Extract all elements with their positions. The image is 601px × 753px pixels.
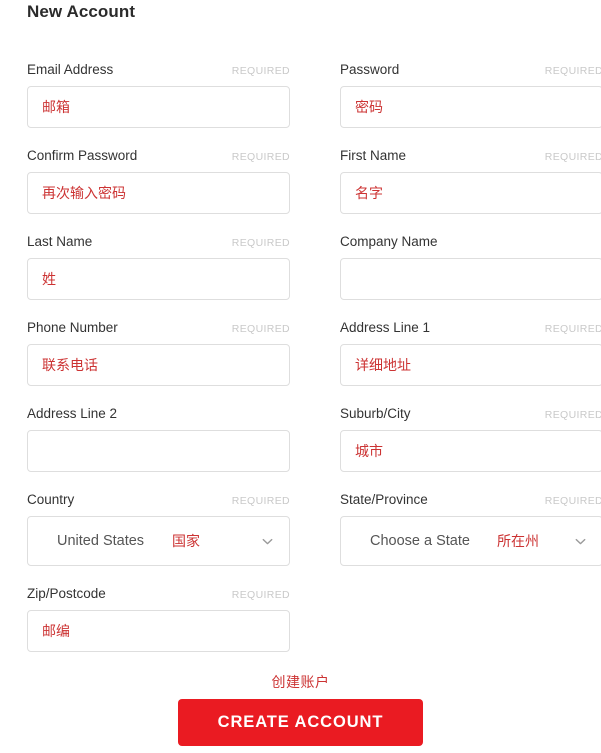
field-suburb-city: Suburb/City REQUIRED 城市 xyxy=(340,406,601,492)
input-suburb-city[interactable]: 城市 xyxy=(340,430,601,472)
field-head-zip-postcode: Zip/Postcode REQUIRED xyxy=(27,586,290,610)
annotation-state-province: 所在州 xyxy=(497,533,539,549)
label-state-province: State/Province xyxy=(340,492,428,507)
field-head-suburb-city: Suburb/City REQUIRED xyxy=(340,406,601,430)
input-value-suburb-city: 城市 xyxy=(355,443,383,459)
field-zip-postcode: Zip/Postcode REQUIRED 邮编 xyxy=(27,586,290,672)
chevron-down-icon[interactable] xyxy=(259,533,275,549)
field-confirm-password: Confirm Password REQUIRED 再次输入密码 xyxy=(27,148,290,234)
input-value-email-address: 邮箱 xyxy=(42,99,70,115)
field-head-email-address: Email Address REQUIRED xyxy=(27,62,290,86)
required-badge-suburb-city: REQUIRED xyxy=(544,409,601,421)
input-password[interactable]: 密码 xyxy=(340,86,601,128)
field-head-address-line-2: Address Line 2 xyxy=(27,406,290,430)
label-company-name: Company Name xyxy=(340,234,438,249)
label-address-line-2: Address Line 2 xyxy=(27,406,118,421)
required-badge-zip-postcode: REQUIRED xyxy=(231,589,290,601)
select-country[interactable]: United States 国家 xyxy=(27,516,290,566)
field-head-company-name: Company Name xyxy=(340,234,601,258)
label-suburb-city: Suburb/City xyxy=(340,406,411,421)
field-address-line-2: Address Line 2 xyxy=(27,406,290,492)
field-head-phone-number: Phone Number REQUIRED xyxy=(27,320,290,344)
required-badge-first-name: REQUIRED xyxy=(544,151,601,163)
input-address-line-1[interactable]: 详细地址 xyxy=(340,344,601,386)
field-head-password: Password REQUIRED xyxy=(340,62,601,86)
field-country: Country REQUIRED United States 国家 xyxy=(27,492,290,586)
field-email-address: Email Address REQUIRED 邮箱 xyxy=(27,62,290,148)
page-title: New Account xyxy=(27,2,136,21)
field-state-province: State/Province REQUIRED Choose a State 所… xyxy=(340,492,601,586)
input-value-first-name: 名字 xyxy=(355,185,383,201)
input-value-password: 密码 xyxy=(355,99,383,115)
field-password: Password REQUIRED 密码 xyxy=(340,62,601,148)
annotation-create-account: 创建账户 xyxy=(271,674,330,690)
field-head-state-province: State/Province REQUIRED xyxy=(340,492,601,516)
required-badge-confirm-password: REQUIRED xyxy=(231,151,290,163)
new-account-form: Email Address REQUIRED 邮箱 Password REQUI… xyxy=(0,62,601,672)
input-email-address[interactable]: 邮箱 xyxy=(27,86,290,128)
field-head-last-name: Last Name REQUIRED xyxy=(27,234,290,258)
required-badge-state-province: REQUIRED xyxy=(544,495,601,507)
input-value-address-line-1: 详细地址 xyxy=(355,357,411,373)
annotation-country: 国家 xyxy=(172,533,200,549)
label-first-name: First Name xyxy=(340,148,407,163)
field-head-address-line-1: Address Line 1 REQUIRED xyxy=(340,320,601,344)
required-badge-address-line-1: REQUIRED xyxy=(544,323,601,335)
input-first-name[interactable]: 名字 xyxy=(340,172,601,214)
label-zip-postcode: Zip/Postcode xyxy=(27,586,106,601)
label-country: Country xyxy=(27,492,75,507)
label-confirm-password: Confirm Password xyxy=(27,148,138,163)
input-value-confirm-password: 再次输入密码 xyxy=(42,185,126,201)
required-badge-last-name: REQUIRED xyxy=(231,237,290,249)
select-value-country: United States xyxy=(57,533,145,549)
field-company-name: Company Name xyxy=(340,234,601,320)
field-last-name: Last Name REQUIRED 姓 xyxy=(27,234,290,320)
required-badge-email-address: REQUIRED xyxy=(231,65,290,77)
input-company-name[interactable] xyxy=(340,258,601,300)
label-last-name: Last Name xyxy=(27,234,93,249)
label-address-line-1: Address Line 1 xyxy=(340,320,431,335)
chevron-down-icon[interactable] xyxy=(572,533,588,549)
input-value-last-name: 姓 xyxy=(42,271,56,287)
required-badge-password: REQUIRED xyxy=(544,65,601,77)
field-first-name: First Name REQUIRED 名字 xyxy=(340,148,601,234)
new-account-page: New Account Email Address REQUIRED 邮箱 Pa… xyxy=(0,0,601,753)
label-phone-number: Phone Number xyxy=(27,320,118,335)
required-badge-country: REQUIRED xyxy=(231,495,290,507)
form-footer: 创建账户 CREATE ACCOUNT xyxy=(0,672,601,746)
input-address-line-2[interactable] xyxy=(27,430,290,472)
input-confirm-password[interactable]: 再次输入密码 xyxy=(27,172,290,214)
field-address-line-1: Address Line 1 REQUIRED 详细地址 xyxy=(340,320,601,406)
input-value-phone-number: 联系电话 xyxy=(42,357,98,373)
input-zip-postcode[interactable]: 邮编 xyxy=(27,610,290,652)
label-password: Password xyxy=(340,62,400,77)
input-last-name[interactable]: 姓 xyxy=(27,258,290,300)
select-state-province[interactable]: Choose a State 所在州 xyxy=(340,516,601,566)
input-phone-number[interactable]: 联系电话 xyxy=(27,344,290,386)
create-account-button[interactable]: CREATE ACCOUNT xyxy=(178,699,423,746)
required-badge-phone-number: REQUIRED xyxy=(231,323,290,335)
label-email-address: Email Address xyxy=(27,62,114,77)
input-value-zip-postcode: 邮编 xyxy=(42,623,70,639)
field-phone-number: Phone Number REQUIRED 联系电话 xyxy=(27,320,290,406)
select-value-state-province: Choose a State xyxy=(370,533,470,549)
field-head-confirm-password: Confirm Password REQUIRED xyxy=(27,148,290,172)
field-head-first-name: First Name REQUIRED xyxy=(340,148,601,172)
field-head-country: Country REQUIRED xyxy=(27,492,290,516)
